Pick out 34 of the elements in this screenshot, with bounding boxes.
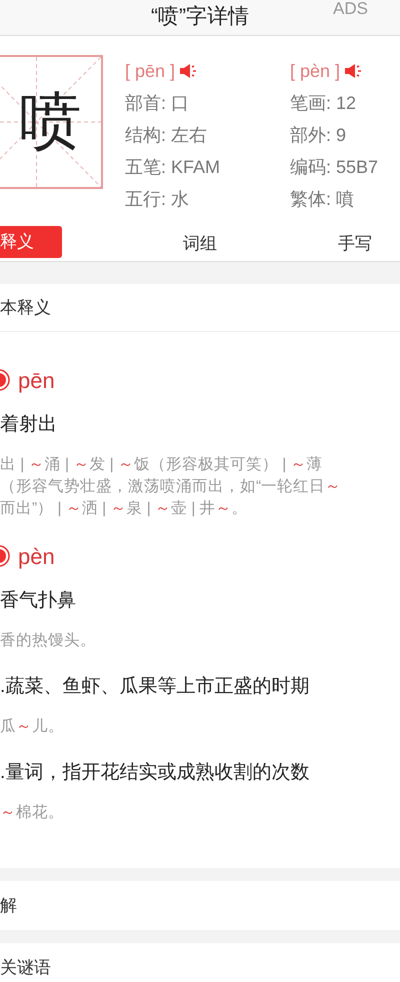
section-title: 本释义 (0, 296, 51, 319)
definition-text: .量词，指开花结实或成熟收割的次数 (0, 761, 310, 785)
tab[interactable]: 词组 (180, 226, 220, 261)
pinyin-label: [ pèn ] (290, 60, 340, 83)
definition-text: .蔬菜、鱼虾、瓜果等上市正盛的时期 (0, 675, 310, 699)
section-row[interactable]: 解 (0, 881, 400, 930)
example-text: 香的热馒头。 (0, 631, 97, 651)
info-text: 部首: 口 (125, 92, 190, 115)
page-title: “喷”字详情 (151, 6, 249, 27)
character: 喷 (20, 91, 82, 153)
speaker-icon[interactable] (344, 63, 362, 79)
definition-text: 香气扑鼻 (0, 589, 77, 613)
tab[interactable]: 手写 (338, 226, 372, 261)
section-row[interactable]: 关谜语 (0, 943, 400, 982)
section-title: 解 (0, 894, 17, 917)
tab[interactable]: 释义 (0, 226, 62, 258)
info-text: 部外: 9 (290, 124, 348, 147)
example-text: 而出”） | ～洒 | ～泉 | ～壶 | 井～。 (0, 499, 249, 519)
info-text: 笔画: 12 (290, 92, 358, 115)
info-text: 繁体: 噴 (290, 188, 356, 211)
pinyin-heading: pèn (18, 542, 55, 571)
example-text: 出 | ～涌 | ～发 | ～饭（形容极其可笑） | ～薄 (0, 455, 324, 475)
info-text: 五行: 水 (125, 188, 190, 211)
info-text: 五笔: KFAM (125, 156, 222, 179)
info-text: 编码: 55B7 (290, 156, 378, 179)
example-text: ～棉花。 (0, 803, 65, 823)
definition-text: 着射出 (0, 412, 58, 437)
pinyin-label: [ pēn ] (125, 60, 176, 83)
section-title: 关谜语 (0, 956, 51, 979)
example-text: 瓜～儿。 (0, 717, 65, 737)
example-text: （形容气势壮盛，激荡喷涌而出，如“一轮红日～ (0, 477, 342, 497)
pinyin-heading: pēn (18, 366, 55, 395)
speaker-icon[interactable] (179, 63, 198, 79)
info-text: 结构: 左右 (125, 124, 208, 147)
